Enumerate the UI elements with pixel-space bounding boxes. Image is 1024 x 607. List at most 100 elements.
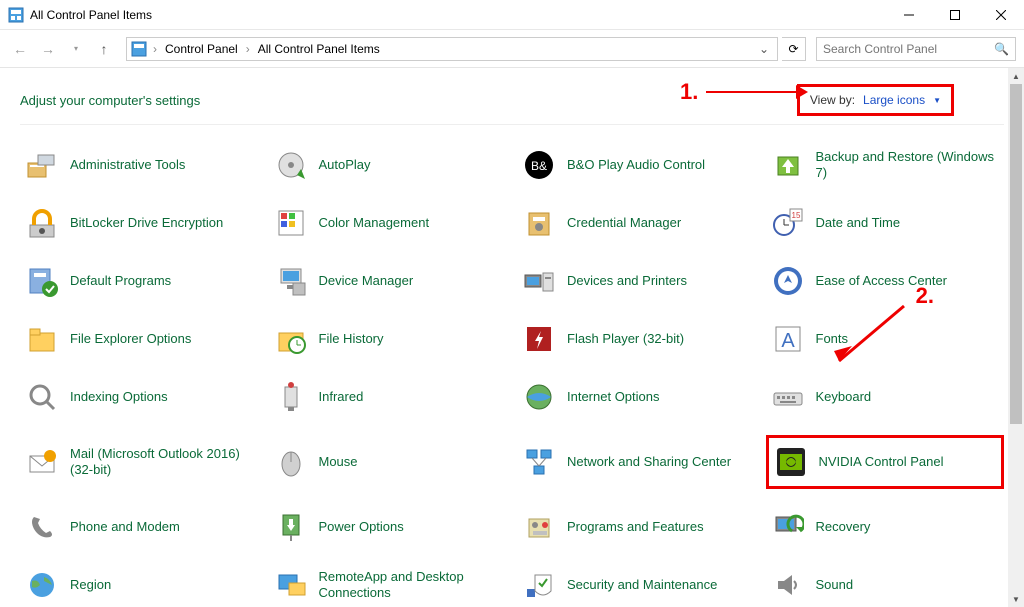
address-bar[interactable]: › Control Panel › All Control Panel Item… <box>126 37 778 61</box>
content-scroll: Adjust your computer's settings View by:… <box>0 68 1024 607</box>
control-panel-item[interactable]: Power Options <box>269 507 508 547</box>
item-label: Administrative Tools <box>70 157 185 173</box>
item-label: RemoteApp and Desktop Connections <box>319 569 502 600</box>
item-label: Flash Player (32-bit) <box>567 331 684 347</box>
scroll-up-icon[interactable]: ▲ <box>1008 68 1024 84</box>
bitlocker-icon <box>26 207 58 239</box>
window-title: All Control Panel Items <box>30 8 886 22</box>
control-panel-item[interactable]: Security and Maintenance <box>517 565 756 605</box>
control-panel-item[interactable]: Mouse <box>269 435 508 489</box>
control-panel-item[interactable]: Mail (Microsoft Outlook 2016) (32-bit) <box>20 435 259 489</box>
control-panel-item[interactable]: Default Programs <box>20 261 259 301</box>
refresh-button[interactable]: ⟳ <box>782 37 806 61</box>
admin-tools-icon <box>26 149 58 181</box>
nvidia-icon <box>775 446 807 478</box>
control-panel-item[interactable]: File History <box>269 319 508 359</box>
control-panel-item[interactable]: File Explorer Options <box>20 319 259 359</box>
item-label: Fonts <box>816 331 849 347</box>
content-header: Adjust your computer's settings View by:… <box>20 84 1004 125</box>
control-panel-item[interactable]: Devices and Printers <box>517 261 756 301</box>
control-panel-item[interactable]: NVIDIA Control Panel <box>766 435 1005 489</box>
control-panel-item[interactable]: A Fonts <box>766 319 1005 359</box>
control-panel-item[interactable]: BitLocker Drive Encryption <box>20 203 259 243</box>
default-prog-icon <box>26 265 58 297</box>
item-label: Internet Options <box>567 389 660 405</box>
control-panel-item[interactable]: Keyboard <box>766 377 1005 417</box>
fonts-icon: A <box>772 323 804 355</box>
control-panel-item[interactable]: AutoPlay <box>269 145 508 185</box>
item-label: Security and Maintenance <box>567 577 717 593</box>
bo-play-icon: B& <box>523 149 555 181</box>
control-panel-item[interactable]: Phone and Modem <box>20 507 259 547</box>
minimize-button[interactable] <box>886 0 932 30</box>
control-panel-item[interactable]: Infrared <box>269 377 508 417</box>
breadcrumb-item[interactable]: Control Panel <box>163 42 240 56</box>
autoplay-icon <box>275 149 307 181</box>
control-panel-item[interactable]: Color Management <box>269 203 508 243</box>
sound-icon <box>772 569 804 601</box>
control-panel-item[interactable]: Programs and Features <box>517 507 756 547</box>
item-label: File History <box>319 331 384 347</box>
item-label: Devices and Printers <box>567 273 687 289</box>
control-panel-item[interactable]: RemoteApp and Desktop Connections <box>269 565 508 605</box>
control-panel-item[interactable]: Internet Options <box>517 377 756 417</box>
control-panel-item[interactable]: Credential Manager <box>517 203 756 243</box>
control-panel-item[interactable]: Flash Player (32-bit) <box>517 319 756 359</box>
vertical-scrollbar[interactable]: ▲ ▼ <box>1008 68 1024 607</box>
item-label: Device Manager <box>319 273 414 289</box>
region-icon <box>26 569 58 601</box>
control-panel-item[interactable]: Sound <box>766 565 1005 605</box>
item-label: B&O Play Audio Control <box>567 157 705 173</box>
control-panel-item[interactable]: Region <box>20 565 259 605</box>
search-input[interactable] <box>823 42 994 56</box>
item-label: Recovery <box>816 519 871 535</box>
close-button[interactable] <box>978 0 1024 30</box>
item-label: Infrared <box>319 389 364 405</box>
view-by-control[interactable]: View by: Large icons ▼ <box>797 84 954 116</box>
item-label: Programs and Features <box>567 519 704 535</box>
address-dropdown-icon[interactable]: ⌄ <box>755 42 773 56</box>
control-panel-title-icon <box>8 7 24 23</box>
item-label: Phone and Modem <box>70 519 180 535</box>
flash-icon <box>523 323 555 355</box>
breadcrumb-item[interactable]: All Control Panel Items <box>256 42 382 56</box>
item-label: Credential Manager <box>567 215 681 231</box>
control-panel-item[interactable]: Ease of Access Center <box>766 261 1005 301</box>
control-panel-item[interactable]: Backup and Restore (Windows 7) <box>766 145 1005 185</box>
device-mgr-icon <box>275 265 307 297</box>
backup-icon <box>772 149 804 181</box>
maximize-button[interactable] <box>932 0 978 30</box>
svg-text:A: A <box>781 330 795 352</box>
svg-text:15: 15 <box>791 211 800 220</box>
control-panel-item[interactable]: Network and Sharing Center <box>517 435 756 489</box>
item-label: Sound <box>816 577 854 593</box>
control-panel-item[interactable]: B&B&O Play Audio Control <box>517 145 756 185</box>
control-panel-item[interactable]: Device Manager <box>269 261 508 301</box>
forward-button[interactable]: → <box>36 37 60 61</box>
item-label: Indexing Options <box>70 389 168 405</box>
control-panel-item[interactable]: Administrative Tools <box>20 145 259 185</box>
page-heading: Adjust your computer's settings <box>20 93 797 108</box>
item-label: NVIDIA Control Panel <box>819 454 944 470</box>
recent-dropdown[interactable]: ▾ <box>64 37 88 61</box>
color-icon <box>275 207 307 239</box>
back-button[interactable]: ← <box>8 37 32 61</box>
breadcrumb-sep-icon: › <box>244 42 252 56</box>
devices-icon <box>523 265 555 297</box>
view-by-value[interactable]: Large icons <box>863 93 925 107</box>
security-icon <box>523 569 555 601</box>
control-panel-item[interactable]: Indexing Options <box>20 377 259 417</box>
item-label: Backup and Restore (Windows 7) <box>816 149 999 180</box>
window-controls <box>886 0 1024 30</box>
infrared-icon <box>275 381 307 413</box>
explorer-opt-icon <box>26 323 58 355</box>
control-panel-item[interactable]: Recovery <box>766 507 1005 547</box>
scroll-down-icon[interactable]: ▼ <box>1008 591 1024 607</box>
item-label: Color Management <box>319 215 430 231</box>
scroll-thumb[interactable] <box>1010 84 1022 424</box>
remoteapp-icon <box>275 569 307 601</box>
control-panel-item[interactable]: 15Date and Time <box>766 203 1005 243</box>
phone-icon <box>26 511 58 543</box>
up-button[interactable]: ↑ <box>92 37 116 61</box>
search-box[interactable]: 🔍 <box>816 37 1016 61</box>
